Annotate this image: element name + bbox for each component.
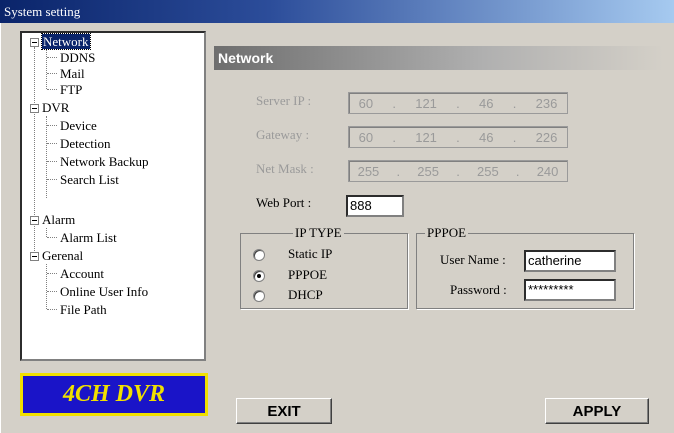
- tree-line: [47, 309, 57, 310]
- octet: 121: [415, 129, 437, 145]
- tree-item-network-backup[interactable]: Network Backup: [60, 154, 148, 170]
- octet: 236: [535, 95, 558, 111]
- tree-item-detection[interactable]: Detection: [60, 136, 111, 152]
- octet: 255: [477, 163, 499, 179]
- tree-item-general[interactable]: Gerenal: [42, 248, 83, 264]
- collapse-dvr-icon[interactable]: [30, 104, 39, 113]
- tree-item-alarm-list[interactable]: Alarm List: [60, 230, 117, 246]
- password-input[interactable]: *********: [524, 279, 616, 301]
- server-ip-label: Server IP :: [256, 93, 312, 108]
- tree-line: [47, 179, 57, 180]
- octet: 60: [358, 95, 374, 111]
- tree-line: [46, 116, 47, 198]
- tree-line: [47, 143, 57, 144]
- tree-line: [34, 47, 35, 257]
- tree-line: [47, 89, 57, 90]
- user-name-input[interactable]: catherine: [524, 250, 616, 272]
- window-title: System setting: [0, 0, 674, 23]
- tree-item-ftp[interactable]: FTP: [60, 82, 82, 98]
- tree-line: [46, 50, 47, 89]
- octet: 255: [357, 163, 380, 179]
- dvr-logo: 4CH DVR: [20, 373, 208, 416]
- tree-item-ddns[interactable]: DDNS: [60, 50, 95, 66]
- user-name-label: User Name :: [440, 252, 506, 267]
- settings-tree[interactable]: Network DDNS Mail FTP DVR Device Detecti…: [20, 31, 206, 361]
- dhcp-label[interactable]: DHCP: [288, 287, 323, 303]
- collapse-alarm-icon[interactable]: [30, 216, 39, 225]
- tree-item-network[interactable]: Network: [41, 33, 91, 50]
- net-mask-label: Net Mask :: [256, 161, 314, 176]
- panel-title: Network: [214, 46, 664, 70]
- server-ip-field: 60. 121. 46. 236: [348, 92, 568, 114]
- tree-line: [47, 291, 57, 292]
- pppoe-radio[interactable]: [253, 270, 265, 282]
- password-label: Password :: [450, 282, 507, 297]
- tree-item-file-path[interactable]: File Path: [60, 302, 107, 318]
- tree-item-online-user-info[interactable]: Online User Info: [60, 284, 148, 300]
- octet: 46: [479, 129, 494, 145]
- exit-button[interactable]: EXIT: [236, 398, 332, 424]
- gateway-label: Gateway :: [256, 127, 310, 142]
- static-ip-radio[interactable]: [253, 249, 265, 261]
- tree-item-dvr[interactable]: DVR: [42, 100, 69, 116]
- tree-item-search-list[interactable]: Search List: [60, 172, 119, 188]
- web-port-input[interactable]: 888: [346, 195, 404, 217]
- tree-item-account[interactable]: Account: [60, 266, 104, 282]
- tree-line: [46, 264, 47, 309]
- tree-line: [47, 125, 57, 126]
- collapse-general-icon[interactable]: [30, 252, 39, 261]
- web-port-label: Web Port :: [256, 195, 312, 210]
- tree-line: [47, 273, 57, 274]
- octet: 46: [479, 95, 494, 111]
- pppoe-option-label[interactable]: PPPOE: [288, 267, 327, 283]
- tree-line: [46, 228, 47, 237]
- tree-item-mail[interactable]: Mail: [60, 66, 85, 82]
- tree-item-device[interactable]: Device: [60, 118, 97, 134]
- octet: 255: [417, 163, 439, 179]
- net-mask-field: 255. 255. 255. 240: [348, 160, 568, 182]
- tree-line: [47, 161, 57, 162]
- octet: 60: [358, 129, 374, 145]
- tree-line: [47, 57, 57, 58]
- tree-line: [47, 237, 57, 238]
- apply-button[interactable]: APPLY: [545, 398, 649, 424]
- gateway-field: 60. 121. 46. 226: [348, 126, 568, 148]
- pppoe-group-title: PPPOE: [425, 225, 469, 240]
- octet: 240: [536, 163, 559, 179]
- octet: 121: [415, 95, 437, 111]
- tree-item-alarm[interactable]: Alarm: [42, 212, 75, 228]
- dhcp-radio[interactable]: [253, 290, 265, 302]
- tree-line: [47, 73, 57, 74]
- static-ip-label[interactable]: Static IP: [288, 246, 332, 262]
- ip-type-title: IP TYPE: [293, 225, 344, 240]
- octet: 226: [535, 129, 558, 145]
- collapse-network-icon[interactable]: [30, 38, 39, 47]
